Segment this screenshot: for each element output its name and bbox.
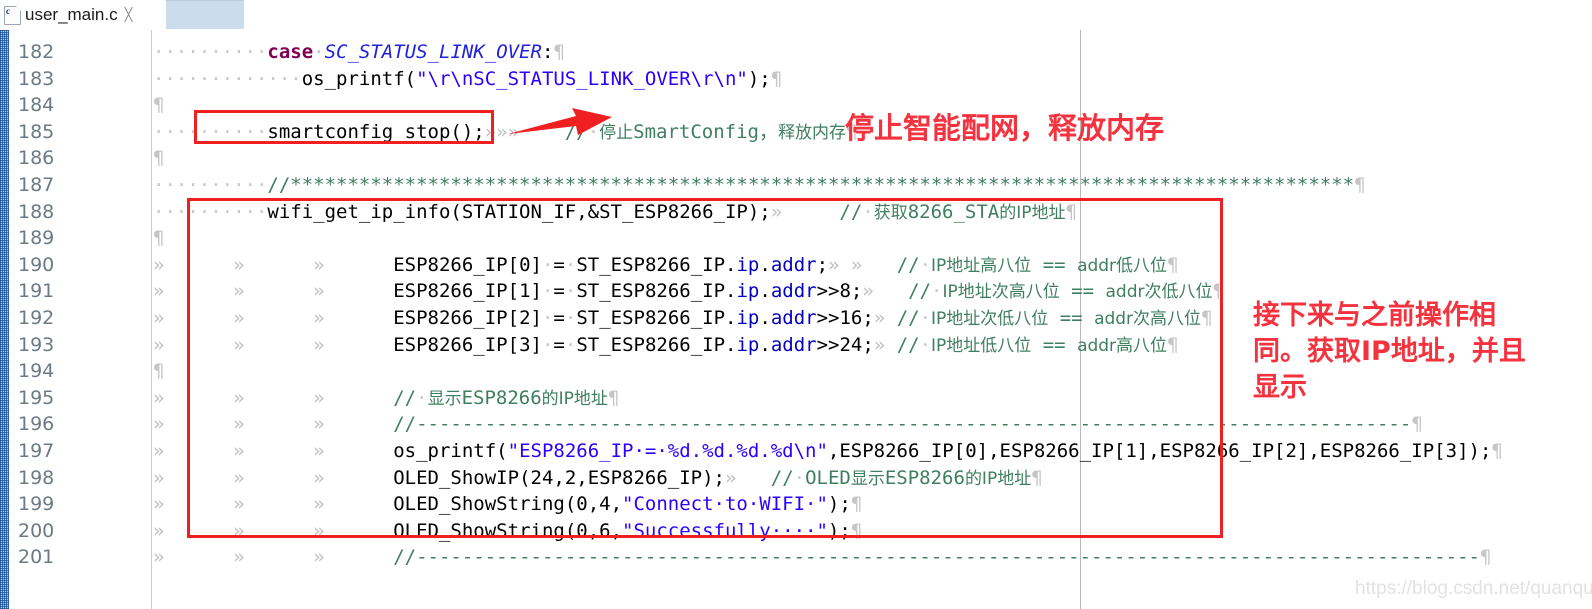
code-token: ¶ xyxy=(1479,546,1492,569)
line-number: 197 xyxy=(18,440,55,462)
line-number: 183 xyxy=(18,67,55,90)
code-token: ¶ xyxy=(1354,174,1366,196)
code-line[interactable]: 182 ··········case·SC_STATUS_LINK_OVER:¶ xyxy=(0,39,1592,66)
line-number: 196 xyxy=(18,413,55,436)
c-file-icon xyxy=(4,5,21,25)
indent-tab-marker: » xyxy=(153,546,234,569)
code-line[interactable]: 187 ··········//*************************… xyxy=(0,172,1592,199)
line-number: 201 xyxy=(18,546,55,569)
code-token: SmartConfig， xyxy=(633,120,779,143)
code-line[interactable]: 186 ¶ xyxy=(0,145,1592,172)
code-token: case xyxy=(267,41,314,63)
indent-space-dots: ············· xyxy=(153,67,302,90)
smartconfig-stop-highlight-box xyxy=(194,110,494,144)
code-token: ¶ xyxy=(153,94,165,117)
code-token: : xyxy=(541,41,554,63)
code-token: "\r\nSC_STATUS_LINK_OVER\r\n" xyxy=(416,67,748,90)
ip-block-highlight-box xyxy=(187,198,1223,538)
annotation-note-top: 停止智能配网，释放内存 xyxy=(845,111,1165,145)
close-icon[interactable]: ╳ xyxy=(125,0,133,30)
code-token: · xyxy=(313,41,325,63)
line-number: 193 xyxy=(18,333,55,356)
line-number: 194 xyxy=(18,360,55,383)
line-number: 185 xyxy=(18,120,55,143)
watermark: https://blog.csdn.net/quanqueen xyxy=(1355,578,1592,599)
line-number: 187 xyxy=(18,174,55,196)
line-content: ¶ xyxy=(153,145,164,172)
line-content: ¶ xyxy=(153,225,164,252)
code-token: ¶ xyxy=(1491,440,1503,462)
line-number: 200 xyxy=(18,519,55,542)
indent-space-dots: ·········· xyxy=(153,41,268,63)
line-number: 191 xyxy=(18,280,55,303)
line-number: 192 xyxy=(18,307,55,329)
line-content: ¶ xyxy=(153,92,164,119)
code-token: ¶ xyxy=(153,360,165,383)
code-token: SC_STATUS_LINK_OVER xyxy=(324,41,542,63)
eclipse-editor-window: user_main.c ╳ 182··········case·SC_STATU… xyxy=(0,0,1592,609)
line-number: 198 xyxy=(18,466,55,489)
indent-tab-marker: » xyxy=(233,546,314,569)
line-content: ··········//****************************… xyxy=(153,172,1366,199)
code-token: //**************************************… xyxy=(267,174,1355,196)
code-token: os_printf( xyxy=(301,67,417,90)
line-number: 189 xyxy=(18,227,55,250)
editor-tab-bar: user_main.c ╳ xyxy=(0,0,1592,30)
line-content: » » » //--------------------------------… xyxy=(153,544,1491,571)
code-line[interactable]: 183 ·············os_printf("\r\nSC_STATUS… xyxy=(0,66,1592,93)
annotation-note-right: 接下来与之前操作相 同。获取IP地址，并且 显示 xyxy=(1253,300,1526,403)
line-number: 186 xyxy=(18,147,55,170)
code-token: ¶ xyxy=(770,67,783,90)
code-token: //--------------------------------------… xyxy=(393,546,1480,569)
indent-space-dots: ·········· xyxy=(153,174,268,196)
line-number: 199 xyxy=(18,493,55,516)
code-token: ¶ xyxy=(153,227,165,250)
red-arrow-icon xyxy=(508,108,612,135)
code-token: ¶ xyxy=(553,41,565,63)
tab-bar-filler xyxy=(166,0,244,29)
code-line[interactable]: 201 » » » //-----------------------------… xyxy=(0,544,1592,571)
code-token: 释放内存 xyxy=(778,122,847,143)
line-content: ·············os_printf("\r\nSC_STATUS_LI… xyxy=(153,66,782,93)
code-token: ¶ xyxy=(1411,413,1423,436)
code-token: ); xyxy=(747,67,771,90)
code-token: ¶ xyxy=(153,147,165,170)
tab-title: user_main.c xyxy=(25,5,118,24)
line-number: 190 xyxy=(18,253,55,276)
line-content: ¶ xyxy=(153,358,164,385)
line-number: 188 xyxy=(18,200,55,223)
line-content: ··········case·SC_STATUS_LINK_OVER:¶ xyxy=(153,39,565,66)
line-number: 182 xyxy=(18,41,55,63)
editor-tab-user-main-c[interactable]: user_main.c ╳ xyxy=(0,0,166,30)
line-number: 195 xyxy=(18,386,55,409)
indent-tab-marker: » xyxy=(313,546,394,569)
line-number: 184 xyxy=(18,94,55,117)
